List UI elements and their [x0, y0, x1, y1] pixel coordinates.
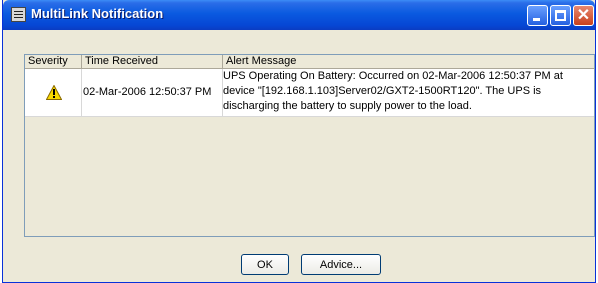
warning-icon	[46, 85, 62, 100]
table-row[interactable]: 02-Mar-2006 12:50:37 PM UPS Operating On…	[25, 69, 594, 117]
alert-message-line: device "[192.168.1.103]Server02/GXT2-150…	[223, 85, 542, 97]
close-icon: ✕	[576, 7, 591, 24]
alert-message-line: discharging the battery to supply power …	[223, 100, 472, 112]
alert-table[interactable]: Severity Time Received Alert Message 02-…	[24, 54, 595, 237]
notification-window: MultiLink Notification ✕ Severity Time R…	[2, 0, 596, 283]
column-header-alert-message[interactable]: Alert Message	[223, 55, 594, 68]
alert-message-line: UPS Operating On Battery: Occurred on 02…	[223, 70, 563, 82]
close-button[interactable]: ✕	[573, 5, 594, 26]
ok-button[interactable]: OK	[241, 254, 289, 275]
time-received-text: 02-Mar-2006 12:50:37 PM	[83, 86, 212, 98]
table-header: Severity Time Received Alert Message	[25, 55, 594, 69]
window-title: MultiLink Notification	[31, 6, 164, 21]
advice-button[interactable]: Advice...	[301, 254, 381, 275]
minimize-button[interactable]	[527, 5, 548, 26]
severity-cell	[25, 69, 82, 116]
title-bar[interactable]: MultiLink Notification ✕	[3, 0, 595, 30]
alert-message-cell: UPS Operating On Battery: Occurred on 02…	[223, 69, 594, 116]
app-icon	[11, 7, 26, 22]
column-header-time-received[interactable]: Time Received	[82, 55, 223, 68]
minimize-icon	[533, 18, 540, 21]
maximize-button[interactable]	[550, 5, 571, 26]
time-received-cell: 02-Mar-2006 12:50:37 PM	[82, 69, 223, 116]
maximize-icon	[555, 10, 566, 21]
column-header-severity[interactable]: Severity	[25, 55, 82, 68]
